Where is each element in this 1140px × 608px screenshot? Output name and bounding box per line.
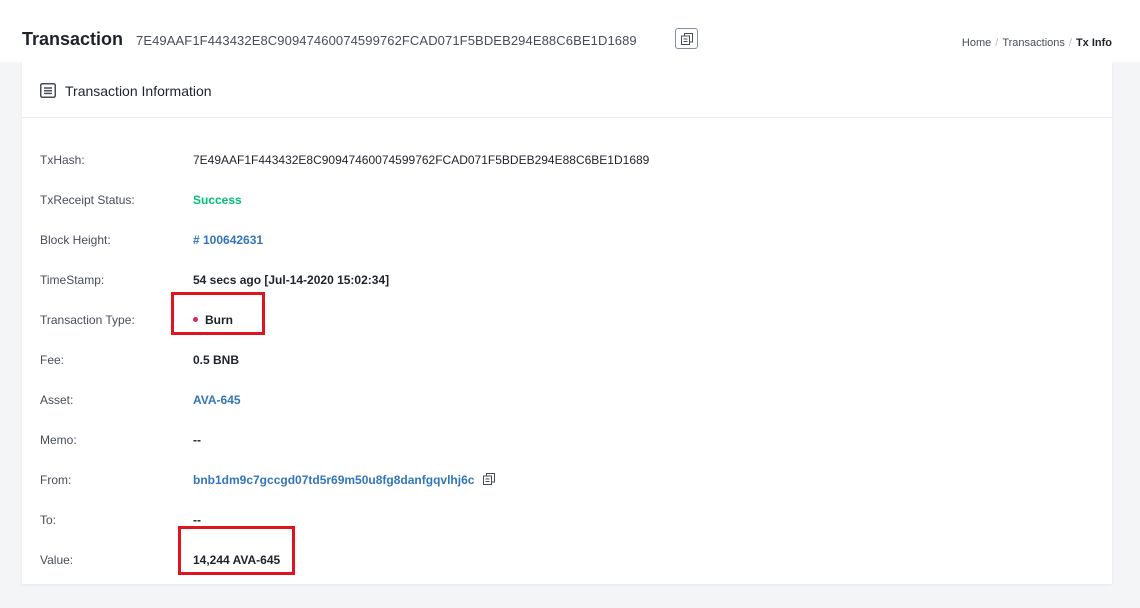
breadcrumb-current: Tx Info (1075, 37, 1112, 49)
memo-label: Memo: (40, 433, 77, 447)
row-to: To: -- (22, 500, 1112, 540)
timestamp-value: 54 secs ago [Jul-14-2020 15:02:34] (193, 273, 390, 287)
row-from: From: bnb1dm9c7gccgd07td5r69m50u8fg8danf… (22, 460, 1112, 500)
breadcrumb-home-link[interactable]: Home (962, 37, 991, 49)
fee-value: 0.5 BNB (193, 353, 240, 367)
value-label: Value: (40, 553, 74, 567)
value-amount: 14,244 AVA-645 (193, 553, 281, 567)
block-height-label: Block Height: (40, 233, 111, 247)
transaction-type-value: Burn (193, 312, 233, 328)
to-label: To: (40, 513, 57, 527)
memo-value: -- (193, 433, 201, 447)
status-value: Success (193, 193, 242, 207)
timestamp-label: TimeStamp: (40, 273, 105, 287)
breadcrumb-transactions-link[interactable]: Transactions (1002, 37, 1065, 49)
transaction-type-text: Burn (205, 313, 233, 327)
transaction-type-label: Transaction Type: (40, 313, 135, 327)
from-value: bnb1dm9c7gccgd07td5r69m50u8fg8danfgqvlhj… (193, 472, 496, 488)
txhash-value: 7E49AAF1F443432E8C90947460074599762FCAD0… (193, 153, 650, 167)
breadcrumb: Home / Transactions / Tx Info (962, 36, 1112, 50)
row-transaction-type: Transaction Type: Burn (22, 300, 1112, 340)
breadcrumb-separator: / (995, 37, 999, 49)
fee-label: Fee: (40, 353, 65, 367)
copy-address-icon[interactable] (483, 473, 496, 485)
header-tx-hash: 7E49AAF1F443432E8C90947460074599762FCAD0… (136, 33, 637, 48)
row-block-height: Block Height: # 100642631 (22, 220, 1112, 260)
row-txhash: TxHash: 7E49AAF1F443432E8C90947460074599… (22, 140, 1112, 180)
asset-link[interactable]: AVA-645 (193, 392, 241, 408)
transaction-info-card: Transaction Information TxHash: 7E49AAF1… (22, 62, 1112, 584)
block-height-link[interactable]: # 100642631 (193, 232, 263, 248)
card-header: Transaction Information (22, 62, 1112, 118)
list-icon (40, 83, 56, 98)
asset-label: Asset: (40, 393, 74, 407)
row-timestamp: TimeStamp: 54 secs ago [Jul-14-2020 15:0… (22, 260, 1112, 300)
row-asset: Asset: AVA-645 (22, 380, 1112, 420)
from-address-link[interactable]: bnb1dm9c7gccgd07td5r69m50u8fg8danfgqvlhj… (193, 473, 474, 487)
txhash-label: TxHash: (40, 153, 85, 167)
card-title: Transaction Information (65, 83, 212, 99)
breadcrumb-separator: / (1068, 37, 1072, 49)
burn-dot-icon (193, 317, 198, 323)
row-memo: Memo: -- (22, 420, 1112, 460)
to-value: -- (193, 513, 201, 527)
page-title: Transaction (22, 29, 124, 49)
copy-hash-button[interactable] (675, 28, 698, 49)
status-label: TxReceipt Status: (40, 193, 135, 207)
row-value: Value: 14,244 AVA-645 (22, 540, 1112, 580)
row-fee: Fee: 0.5 BNB (22, 340, 1112, 380)
from-label: From: (40, 473, 72, 487)
copy-icon (680, 32, 693, 45)
page-header: Transaction 7E49AAF1F443432E8C9094746007… (0, 0, 1140, 62)
row-status: TxReceipt Status: Success (22, 180, 1112, 220)
